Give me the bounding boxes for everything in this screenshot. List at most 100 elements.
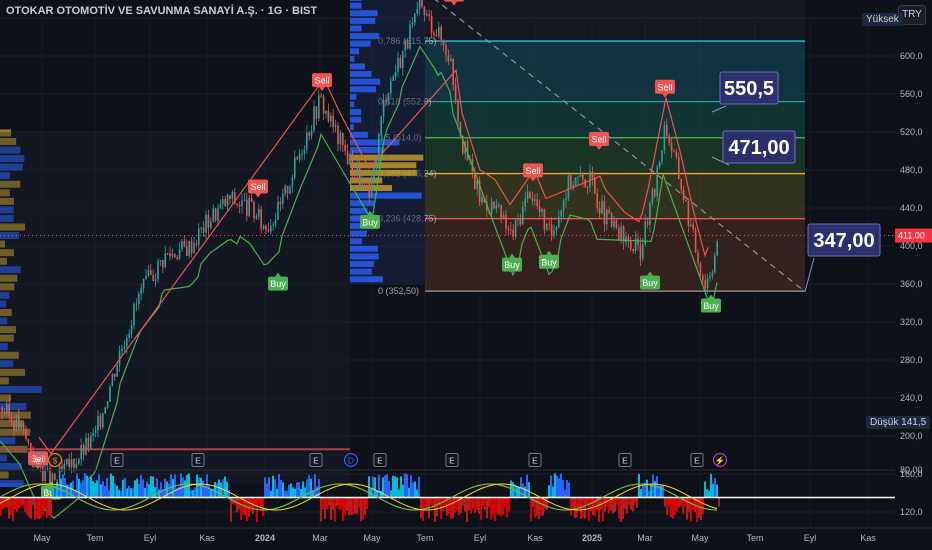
oscillator-bar	[126, 488, 128, 497]
oscillator-bar	[98, 474, 100, 497]
candle-body	[716, 241, 718, 256]
candle-body	[584, 179, 586, 188]
candle-body	[570, 175, 572, 187]
event-label: $	[53, 456, 58, 466]
volume-bar	[350, 238, 362, 245]
candle-body	[85, 437, 87, 455]
candle-body	[178, 249, 181, 259]
oscillator-bar	[262, 498, 264, 516]
candle-body	[99, 415, 102, 427]
volume-bar	[350, 245, 378, 252]
oscillator-bar	[194, 487, 196, 497]
candle-body	[356, 167, 358, 175]
signal-label: Buy	[362, 217, 378, 227]
candle-body	[610, 213, 613, 227]
volume-bar	[350, 2, 362, 9]
candle-body	[382, 100, 385, 117]
oscillator-bar	[632, 498, 634, 512]
candle-body	[505, 214, 507, 229]
oscillator-bar	[358, 498, 360, 508]
oscillator-bar	[168, 483, 170, 497]
high-label: Yüksek	[862, 13, 903, 26]
oscillator-bar	[718, 498, 720, 507]
oscillator-bar	[560, 473, 562, 497]
candle-body	[181, 241, 183, 250]
oscillator-bar	[112, 475, 114, 497]
candle-body	[656, 167, 658, 197]
candle-body	[6, 404, 8, 415]
candle-body	[346, 151, 349, 164]
candle-body	[714, 255, 716, 273]
candle-body	[3, 412, 6, 415]
candle-body	[536, 199, 538, 206]
oscillator-bar	[228, 489, 230, 497]
candle-body	[594, 178, 596, 194]
candle-body	[318, 95, 320, 119]
candle-body	[325, 110, 327, 114]
oscillator-bar	[328, 498, 330, 506]
oscillator-bar	[106, 478, 108, 497]
oscillator-bar	[602, 498, 604, 522]
candle-body	[22, 422, 25, 430]
candle-body	[423, 7, 426, 16]
oscillator-bar	[654, 481, 656, 497]
oscillator-bar	[546, 498, 548, 510]
candle-body	[558, 216, 560, 228]
candle-body	[673, 151, 675, 153]
oscillator-bar	[462, 498, 464, 506]
oscillator-bar	[702, 498, 704, 515]
oscillator-bar	[592, 498, 594, 515]
oscillator-bar	[716, 484, 718, 497]
candle-body	[646, 221, 649, 225]
candle-body	[433, 32, 435, 36]
candle-body	[490, 201, 493, 214]
candle-body	[73, 458, 75, 468]
candle-body	[450, 58, 452, 62]
oscillator-bar	[474, 498, 476, 514]
oscillator-bar	[16, 498, 18, 513]
candle-body	[1, 407, 3, 413]
oscillator-bar	[32, 498, 34, 506]
oscillator-bar	[448, 498, 450, 515]
y-tick-label: 240,0	[900, 393, 923, 403]
oscillator-bar	[500, 498, 502, 517]
oscillator-bar	[650, 485, 652, 497]
oscillator-bar	[392, 475, 394, 497]
candle-body	[313, 106, 315, 131]
fib-band	[425, 218, 805, 292]
oscillator-bar	[52, 487, 54, 497]
oscillator-bar	[12, 498, 14, 522]
oscillator-bar	[46, 498, 48, 518]
event-label: E	[449, 456, 455, 466]
candle-body	[495, 205, 498, 209]
oscillator-bar	[580, 498, 582, 520]
oscillator-bar	[586, 498, 588, 505]
candle-body	[207, 214, 210, 228]
oscillator-bar	[390, 490, 392, 497]
oscillator-bar	[578, 498, 580, 508]
oscillator-bar	[118, 489, 120, 497]
volume-bar	[350, 268, 372, 275]
price-chart[interactable]: 0,786 (615,75)0,618 (552,0)0,5 (514,0)0,…	[0, 0, 932, 550]
candle-body	[236, 203, 238, 205]
x-tick-label: May	[691, 533, 709, 543]
candle-body	[200, 227, 202, 229]
oscillator-bar	[136, 478, 138, 497]
candle-body	[538, 205, 541, 213]
target-label: 347,00	[813, 230, 874, 252]
oscillator-bar	[536, 498, 538, 516]
oscillator-bar	[430, 498, 432, 506]
y-tick-label: 320,0	[900, 317, 923, 327]
volume-bar	[350, 223, 361, 230]
candle-body	[706, 278, 709, 289]
candle-body	[440, 27, 442, 40]
candle-body	[702, 275, 704, 281]
oscillator-bar	[640, 489, 642, 497]
candle-body	[135, 303, 138, 305]
oscillator-bar	[550, 475, 552, 497]
volume-bar	[350, 25, 362, 32]
y-tick-label: 480,0	[900, 165, 923, 175]
oscillator-bar	[0, 498, 2, 516]
oscillator-bar	[394, 476, 396, 497]
candle-body	[454, 84, 457, 102]
